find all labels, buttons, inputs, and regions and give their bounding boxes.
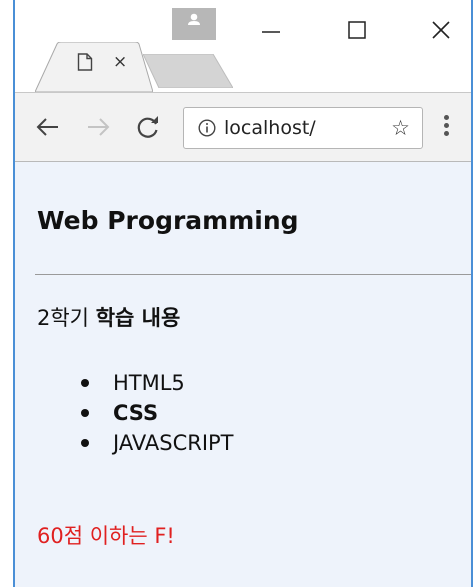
back-button[interactable]: [33, 112, 63, 142]
arrow-left-icon: [36, 118, 58, 136]
page-heading: Web Programming: [37, 206, 299, 235]
browser-tab[interactable]: ×: [35, 42, 153, 92]
topic-list: HTML5 CSS JAVASCRIPT: [81, 368, 234, 458]
divider: [35, 274, 471, 275]
star-icon[interactable]: ☆: [391, 117, 410, 139]
profile-avatar[interactable]: [172, 8, 216, 40]
page-content: Web Programming 2학기 학습 내용 HTML5 CSS JAVA…: [15, 162, 471, 587]
paragraph-prefix: 2학기: [37, 306, 96, 330]
minimize-button[interactable]: [251, 12, 291, 46]
url-text[interactable]: localhost/: [224, 117, 354, 139]
list-item: HTML5: [81, 368, 234, 398]
close-icon: [432, 21, 450, 39]
paragraph-bold: 학습 내용: [95, 306, 181, 330]
title-bar: ×: [15, 0, 471, 92]
new-tab-button[interactable]: [143, 54, 233, 88]
reload-button[interactable]: [133, 112, 163, 142]
list-item: CSS: [81, 398, 234, 428]
reload-icon: [137, 116, 158, 138]
browser-toolbar: localhost/ ☆: [15, 92, 471, 162]
tab-close-icon[interactable]: ×: [113, 52, 127, 72]
minimize-icon: [262, 31, 280, 33]
grade-note: 60점 이하는 F!: [37, 524, 175, 548]
info-icon[interactable]: [198, 119, 216, 137]
forward-button[interactable]: [83, 112, 113, 142]
page-icon: [77, 53, 93, 71]
maximize-button[interactable]: [337, 12, 377, 46]
person-icon: [188, 13, 200, 25]
address-bar[interactable]: localhost/ ☆: [183, 107, 423, 149]
list-item: JAVASCRIPT: [81, 428, 234, 458]
maximize-icon: [348, 21, 366, 39]
menu-icon[interactable]: [441, 115, 451, 141]
close-window-button[interactable]: [421, 12, 461, 46]
arrow-right-icon: [88, 118, 110, 136]
semester-paragraph: 2학기 학습 내용: [37, 302, 180, 332]
browser-window: × localhost/ ☆ Web Programming 2학기 학습 내용…: [13, 0, 473, 587]
